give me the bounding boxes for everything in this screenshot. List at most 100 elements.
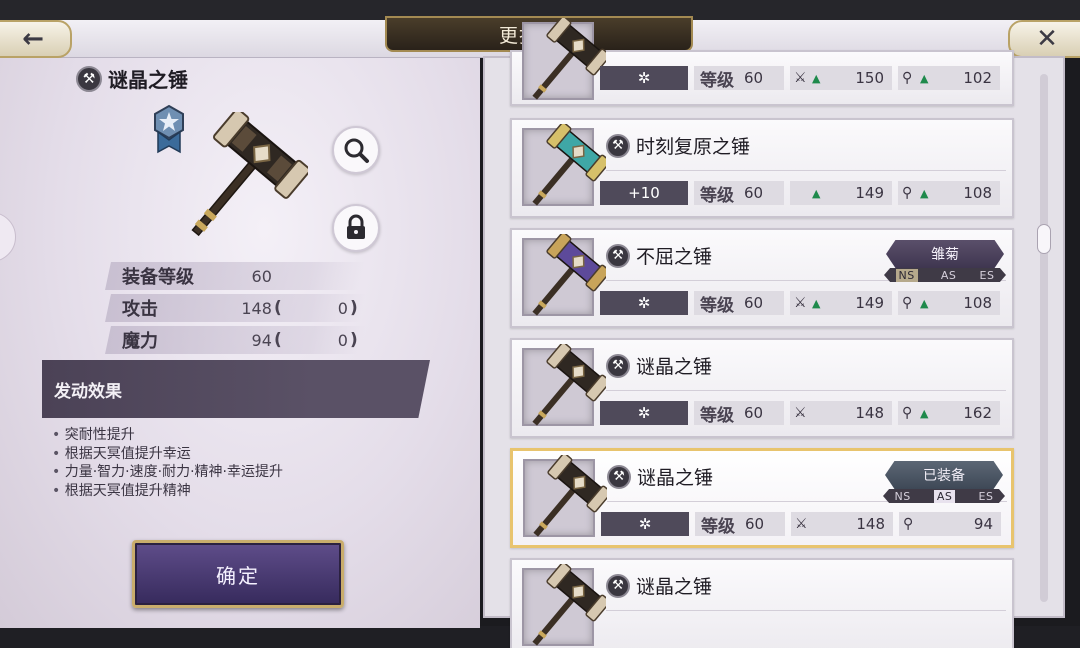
equipment-card[interactable]: ⚒ 谜晶之锤: [510, 558, 1014, 648]
hammer-type-icon: ⚒: [606, 353, 630, 378]
magic-box: ⚲ ▲ 108: [898, 181, 1000, 205]
item-thumbnail: [522, 234, 606, 316]
effect-item: 突耐性提升: [52, 426, 283, 445]
sword-icon: ⚔: [794, 295, 807, 311]
attack-box: ⚔ ▲ 149: [790, 291, 892, 315]
magic-box: ⚲ 94: [899, 512, 1001, 536]
card-stats: ✲ 等级 60 ⚔ 148 ⚲ ▲ 162: [600, 401, 1000, 426]
equipment-card[interactable]: ⚒ 谜晶之锤 ✲ 等级 60 ⚔ 148 ⚲ 94 已装备 NS AS ES: [510, 448, 1014, 548]
item-thumbnail: [523, 455, 607, 537]
level-value: 60: [744, 294, 764, 312]
level-box: 等级 60: [694, 401, 784, 426]
hammer-type-icon: ⚒: [606, 573, 630, 598]
item-thumbnail: [522, 124, 606, 206]
level-value: 60: [744, 69, 764, 87]
hammer-type-icon: ⚒: [606, 133, 630, 158]
stat-bonus: 0: [337, 330, 348, 350]
magic-box: ⚲ ▲ 162: [898, 401, 1000, 425]
card-title: ⚒ 时刻复原之锤: [606, 132, 750, 159]
card-name: 谜晶之锤: [636, 356, 713, 378]
level-label: 等级: [700, 405, 734, 426]
level-label: 等级: [700, 185, 734, 206]
lock-button[interactable]: [332, 204, 380, 252]
up-arrow-icon: ▲: [812, 71, 821, 85]
hammer-type-icon: ⚒: [607, 464, 631, 489]
attack-box: ⚔ 148: [790, 401, 892, 425]
card-stats: ✲ 等级 60 ⚔ ▲ 149 ⚲ ▲ 108: [600, 291, 1000, 316]
scroll-thumb[interactable]: [1037, 224, 1051, 254]
equipment-card[interactable]: ⚒ 不屈之锤 ✲ 等级 60 ⚔ ▲ 149 ⚲ ▲ 108 雏菊 NS AS ES: [510, 228, 1014, 328]
hammer-thumb-icon: [532, 124, 606, 206]
level-value: 60: [744, 184, 764, 202]
confirm-button[interactable]: 确定: [132, 540, 344, 608]
inspect-button[interactable]: [332, 126, 380, 174]
paren-close: ): [349, 298, 358, 318]
stat-value: 60: [251, 266, 272, 286]
level-value: 60: [744, 404, 764, 422]
staff-icon: ⚲: [902, 70, 913, 86]
hammer-thumb-icon: [532, 18, 606, 100]
level-box: 等级 60: [695, 512, 785, 537]
stat-label: 攻击: [122, 299, 158, 320]
back-button[interactable]: ←: [0, 20, 72, 58]
character-tag: 雏菊: [886, 240, 1004, 268]
equipment-card[interactable]: ⚒ 谜晶之锤 ✲ 等级 60 ⚔ 148 ⚲ ▲ 162: [510, 338, 1014, 438]
divider: [606, 610, 1006, 611]
magic-value: 108: [963, 294, 992, 312]
hammer-weapon-image: [191, 112, 308, 237]
item-title: ⚒ 谜晶之锤: [76, 64, 188, 93]
es-label: ES: [979, 268, 995, 282]
ns-label: NS: [894, 489, 911, 503]
equipped-badge: 已装备: [885, 461, 1003, 489]
card-title: ⚒ 谜晶之锤: [606, 572, 712, 599]
item-thumbnail: [522, 344, 606, 426]
up-arrow-icon: ▲: [812, 296, 821, 310]
attack-value: 150: [855, 69, 884, 87]
refine-level: ✲: [600, 291, 688, 315]
magic-value: 94: [973, 515, 993, 533]
stat-label: 装备等级: [122, 267, 194, 288]
up-arrow-icon: ▲: [920, 71, 929, 85]
stat-bonus: 0: [337, 298, 348, 318]
effect-item: 根据天冥值提升幸运: [52, 445, 283, 464]
attack-value: 148: [856, 515, 885, 533]
hammer-thumb-icon: [532, 234, 606, 316]
list-scrollbar[interactable]: [1040, 74, 1048, 602]
magic-value: 108: [963, 184, 992, 202]
as-label: AS: [933, 489, 956, 503]
magic-value: 102: [963, 69, 992, 87]
attack-value: 148: [855, 404, 884, 422]
effect-item: 力量·智力·速度·耐力·精神·幸运提升: [52, 463, 283, 482]
back-arrow-icon: ←: [22, 24, 44, 54]
stat-row-attack: 攻击 148 ( 0 ): [105, 294, 366, 322]
item-thumbnail: [522, 564, 606, 646]
effect-header: 发动效果: [42, 360, 430, 418]
paren-open: (: [274, 298, 282, 318]
level-label: 等级: [701, 516, 735, 537]
attack-box: ⚔ 148: [791, 512, 893, 536]
attack-value: 149: [855, 294, 884, 312]
attack-box: ⚔ ▲ 150: [790, 66, 892, 90]
level-box: 等级 60: [694, 181, 784, 206]
card-stats: ✲ 等级 60 ⚔ 148 ⚲ 94: [601, 512, 1001, 537]
card-name: 谜晶之锤: [636, 576, 713, 598]
level-box: 等级 60: [694, 66, 784, 91]
paren-open: (: [274, 330, 282, 350]
refine-level: +10: [600, 181, 688, 205]
magic-box: ⚲ ▲ 102: [898, 66, 1000, 90]
card-name: 谜晶之锤: [637, 467, 714, 489]
level-value: 60: [745, 515, 765, 533]
stat-row-equip-level: 装备等级 60: [105, 262, 366, 290]
card-name: 时刻复原之锤: [636, 136, 751, 158]
equipment-screen: ← ✕ 更换装备 ⚒ 谜晶之锤: [0, 0, 1080, 648]
sword-icon: ⚔: [794, 405, 807, 421]
stat-value: 94: [251, 330, 272, 350]
equipment-card[interactable]: ✲ 等级 60 ⚔ ▲ 150 ⚲ ▲ 102: [510, 18, 1014, 106]
close-button[interactable]: ✕: [1008, 20, 1080, 58]
magnifier-icon: [344, 138, 369, 163]
effect-list: 突耐性提升 根据天冥值提升幸运 力量·智力·速度·耐力·精神·幸运提升 根据天冥…: [52, 426, 283, 500]
up-arrow-icon: ▲: [920, 406, 929, 420]
item-name: 谜晶之锤: [108, 68, 188, 92]
equipment-card[interactable]: ⚒ 时刻复原之锤 +10 等级 60 ▲ 149 ⚲ ▲ 108: [510, 118, 1014, 218]
refine-level: ✲: [600, 66, 688, 90]
